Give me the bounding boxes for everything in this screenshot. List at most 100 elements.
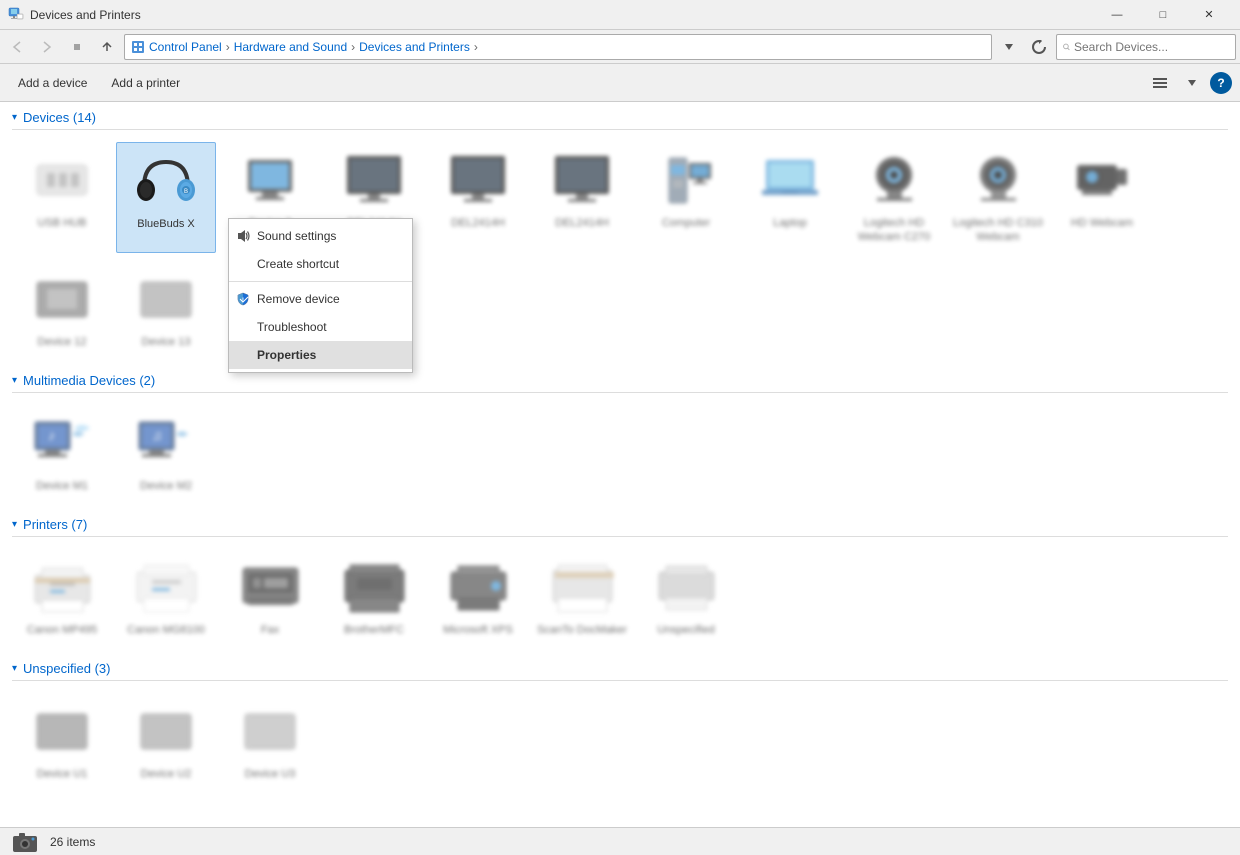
context-menu-troubleshoot[interactable]: Troubleshoot — [229, 313, 412, 341]
breadcrumb-control-panel[interactable]: Control Panel — [149, 40, 222, 54]
close-button[interactable]: ✕ — [1186, 0, 1232, 30]
search-bar[interactable] — [1056, 34, 1236, 60]
device-item-laptop[interactable]: Laptop — [740, 142, 840, 253]
device-printer5-icon — [443, 557, 513, 617]
context-menu-sound-settings[interactable]: Sound settings — [229, 222, 412, 250]
device-item-printer1[interactable]: Canon MP495 — [12, 549, 112, 645]
device-item-multimedia1[interactable]: ♪ Device M1 — [12, 405, 112, 501]
device-item-printer4[interactable]: BrotherMFC — [324, 549, 424, 645]
device-item-unspecified2[interactable]: Device U2 — [116, 693, 216, 789]
dropdown-arrow-icon — [1188, 80, 1196, 86]
device-printer5-label: Microsoft XPS — [443, 623, 513, 637]
printers-section-header[interactable]: ▾ Printers (7) — [12, 517, 1228, 537]
device-item-hdwebcam[interactable]: HD Webcam — [1052, 142, 1152, 253]
device-laptop-label: Laptop — [773, 216, 807, 230]
add-device-button[interactable]: Add a device — [8, 69, 97, 97]
device-row2-1-icon — [27, 269, 97, 329]
device-unspecified3-icon — [235, 701, 305, 761]
refresh-button[interactable] — [1026, 34, 1052, 60]
printers-section-title: Printers (7) — [23, 517, 87, 532]
add-printer-button[interactable]: Add a printer — [101, 69, 190, 97]
breadcrumb-hardware-sound[interactable]: Hardware and Sound — [234, 40, 347, 54]
device-multimedia2-icon: ♫ — [131, 413, 201, 473]
device-multimedia1-icon: ♪ — [27, 413, 97, 473]
device-row2-2-icon — [131, 269, 201, 329]
back-button[interactable] — [4, 34, 30, 60]
device-usb-hub-icon — [27, 150, 97, 210]
forward-button[interactable] — [34, 34, 60, 60]
device-item-row2-2[interactable]: Device 13 — [116, 261, 216, 357]
device-item-webcam2[interactable]: Logitech HD C310 Webcam — [948, 142, 1048, 253]
context-menu-separator — [229, 281, 412, 282]
device-item-monitor2[interactable]: DEL2414H — [428, 142, 528, 253]
printers-grid: Canon MP495 Canon MG8100 — [12, 545, 1228, 649]
maximize-button[interactable]: □ — [1140, 0, 1186, 30]
device-printer3-icon — [235, 557, 305, 617]
device-hdwebcam-icon — [1067, 150, 1137, 210]
device-monitor3-icon — [547, 150, 617, 210]
help-button[interactable]: ? — [1210, 72, 1232, 94]
device-item-printer3[interactable]: Fax — [220, 549, 320, 645]
breadcrumb[interactable]: Control Panel › Hardware and Sound › Dev… — [124, 34, 992, 60]
window-icon — [8, 7, 24, 23]
context-menu-properties[interactable]: Properties — [229, 341, 412, 369]
search-input[interactable] — [1074, 40, 1229, 54]
context-menu-create-shortcut[interactable]: Create shortcut — [229, 250, 412, 278]
device-item-bluebuds[interactable]: B BlueBuds X — [116, 142, 216, 253]
device-item-row2-1[interactable]: Device 12 — [12, 261, 112, 357]
device-item-printer5[interactable]: Microsoft XPS — [428, 549, 528, 645]
status-item-count: 26 items — [50, 835, 95, 849]
svg-text:♪: ♪ — [48, 427, 55, 443]
device-item-printer6[interactable]: ScanTo DocMaker — [532, 549, 632, 645]
address-bar: Control Panel › Hardware and Sound › Dev… — [0, 30, 1240, 64]
device-unspecified3-label: Device U3 — [245, 767, 296, 781]
title-bar-controls: — □ ✕ — [1094, 0, 1232, 30]
devices-section: ▾ Devices (14) USB HUB — [12, 110, 1228, 361]
device-item-unspecified1[interactable]: Device U1 — [12, 693, 112, 789]
svg-text:B: B — [183, 189, 187, 195]
devices-section-header[interactable]: ▾ Devices (14) — [12, 110, 1228, 130]
device-item-usb-hub[interactable]: USB HUB — [12, 142, 112, 253]
breadcrumb-devices-printers[interactable]: Devices and Printers — [359, 40, 470, 54]
device-printer7-icon — [651, 557, 721, 617]
multimedia-grid: ♪ Device M1 — [12, 401, 1228, 505]
device-multimedia1-label: Device M1 — [36, 479, 88, 493]
minimize-button[interactable]: — — [1094, 0, 1140, 30]
device-printer7-label: Unspecified — [657, 623, 714, 637]
unspecified-grid: Device U1 Device U2 — [12, 689, 1228, 793]
device-item-multimedia2[interactable]: ♫ Device M2 — [116, 405, 216, 501]
device-webcam1-label: Logitech HD Webcam C270 — [848, 216, 940, 245]
multimedia-section: ▾ Multimedia Devices (2) ♪ — [12, 373, 1228, 505]
multimedia-section-title: Multimedia Devices (2) — [23, 373, 155, 388]
device-item-webcam1[interactable]: Logitech HD Webcam C270 — [844, 142, 944, 253]
device-item-printer2[interactable]: Canon MG8100 — [116, 549, 216, 645]
dropdown-button[interactable] — [996, 34, 1022, 60]
devices-grid: USB HUB — [12, 138, 1228, 257]
device-unspecified2-label: Device U2 — [141, 767, 192, 781]
control-panel-icon — [131, 40, 145, 54]
recent-locations-button[interactable] — [64, 34, 90, 60]
device-hdwebcam-label: HD Webcam — [1071, 216, 1133, 230]
view-options-button[interactable] — [1146, 69, 1174, 97]
device-usb-hub-label: USB HUB — [38, 216, 87, 230]
remove-device-shield-icon: ! — [235, 291, 251, 307]
device-multimedia2-label: Device M2 — [140, 479, 192, 493]
device-item-computer[interactable]: Computer — [636, 142, 736, 253]
device-monitor2-icon — [443, 150, 513, 210]
context-menu-remove-device[interactable]: ! Remove device — [229, 285, 412, 313]
view-dropdown-button[interactable] — [1178, 69, 1206, 97]
unspecified-section-header[interactable]: ▾ Unspecified (3) — [12, 661, 1228, 681]
device-bluebuds-label: BlueBuds X — [137, 217, 194, 231]
unspecified-chevron: ▾ — [12, 663, 17, 674]
device-printer6-label: ScanTo DocMaker — [537, 623, 627, 637]
up-button[interactable] — [94, 34, 120, 60]
toolbar-right: ? — [1146, 69, 1232, 97]
device-item-monitor3[interactable]: DEL2414H — [532, 142, 632, 253]
device-printer6-icon — [547, 557, 617, 617]
devices-row2: Device 12 Device 13 — [12, 257, 1228, 361]
device-webcam2-icon — [963, 150, 1033, 210]
device-item-unspecified3[interactable]: Device U3 — [220, 693, 320, 789]
device-laptop-icon — [755, 150, 825, 210]
device-item-printer7[interactable]: Unspecified — [636, 549, 736, 645]
multimedia-section-header[interactable]: ▾ Multimedia Devices (2) — [12, 373, 1228, 393]
